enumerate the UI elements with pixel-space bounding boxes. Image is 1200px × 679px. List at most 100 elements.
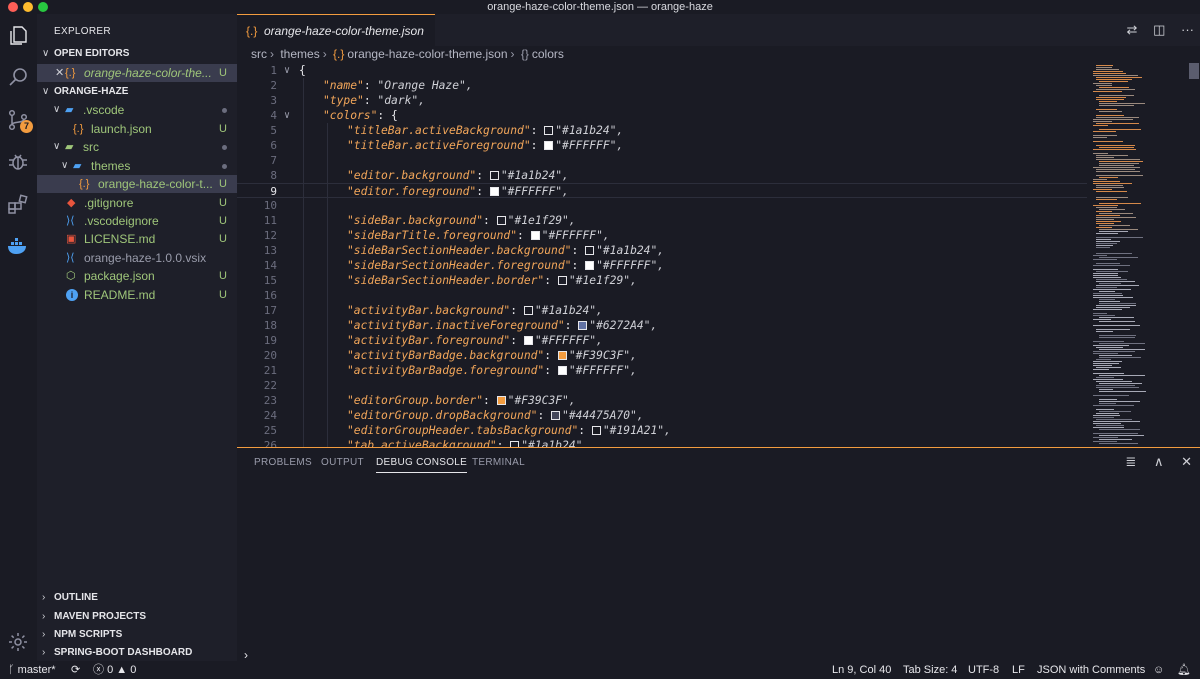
tree-file-theme-json[interactable]: {.} orange-haze-color-t... U <box>37 175 237 193</box>
more-actions-icon[interactable]: ··· <box>1181 22 1194 37</box>
code-line[interactable]: 20 "activityBarBadge.background": "#F39C3… <box>237 348 1087 363</box>
color-swatch[interactable] <box>544 141 554 150</box>
code-line[interactable]: 7 <box>237 153 1087 168</box>
code-line[interactable]: 15 "sideBarSectionHeader.border": "#1e1f2… <box>237 273 1087 288</box>
maven-projects-section[interactable]: › MAVEN PROJECTS <box>37 608 237 626</box>
code-line[interactable]: 24 "editorGroup.dropBackground": "#44475A… <box>237 408 1087 423</box>
fold-chevron-icon[interactable]: ∨ <box>284 108 290 123</box>
code-line[interactable]: 22 <box>237 378 1087 393</box>
explorer-icon[interactable] <box>6 24 30 48</box>
breadcrumb-item[interactable]: src <box>251 47 267 61</box>
search-icon[interactable] <box>6 65 30 89</box>
tree-file-vsix[interactable]: ⟩⟨ orange-haze-1.0.0.vsix <box>37 249 237 267</box>
tree-file-package-json[interactable]: ⬡ package.json U <box>37 267 237 285</box>
code-line[interactable]: 26 "tab.activeBackground": "#1a1b24", <box>237 438 1087 447</box>
spring-boot-dashboard-section[interactable]: › SPRING-BOOT DASHBOARD <box>37 644 237 662</box>
tree-folder-vscode[interactable]: ∨ ▰ .vscode <box>37 101 237 119</box>
source-control-icon[interactable]: 7 <box>6 108 33 133</box>
sync-icon[interactable]: ⟳ <box>71 661 80 679</box>
tab-size[interactable]: Tab Size: 4 <box>903 661 957 679</box>
tab-debug-console[interactable]: DEBUG CONSOLE <box>376 457 468 473</box>
code-line[interactable]: 5 "titleBar.activeBackground": "#1a1b24", <box>237 123 1087 138</box>
fold-chevron-icon[interactable]: ∨ <box>284 63 290 78</box>
code-line[interactable]: 19 "activityBar.foreground": "#FFFFFF", <box>237 333 1087 348</box>
color-swatch[interactable] <box>551 411 561 420</box>
open-changes-icon[interactable]: ⇄ <box>1127 22 1138 38</box>
code-line[interactable]: 10 <box>237 198 1087 213</box>
color-swatch[interactable] <box>557 366 567 375</box>
git-branch[interactable]: ᚴ master* <box>8 661 56 679</box>
close-icon[interactable]: ✕ <box>55 64 64 82</box>
maximize-panel-icon[interactable]: ∧ <box>1154 454 1164 470</box>
code-line[interactable]: 8 "editor.background": "#1a1b24", <box>237 168 1087 183</box>
tree-folder-src[interactable]: ∨ ▰ src <box>37 138 237 156</box>
language-mode[interactable]: JSON with Comments <box>1037 661 1145 679</box>
cursor-position[interactable]: Ln 9, Col 40 <box>832 661 891 679</box>
color-swatch[interactable] <box>530 231 540 240</box>
color-swatch[interactable] <box>489 187 499 196</box>
split-editor-icon[interactable]: ◫ <box>1153 22 1165 38</box>
breadcrumb-item[interactable]: colors <box>532 47 564 61</box>
code-editor[interactable]: 1 ∨ {2 "name": "Orange Haze", 3 "type": "dark… <box>237 63 1087 447</box>
color-swatch[interactable] <box>557 276 567 285</box>
code-line[interactable]: 18 "activityBar.inactiveForeground": "#62… <box>237 318 1087 333</box>
open-editors-header[interactable]: ∨ OPEN EDITORS <box>37 45 237 63</box>
tree-file-readme[interactable]: i README.md U <box>37 286 237 304</box>
open-editor-item[interactable]: ✕ {.} orange-haze-color-the... U <box>37 64 237 82</box>
code-line[interactable]: 11 "sideBar.background": "#1e1f29", <box>237 213 1087 228</box>
code-line[interactable]: 6 "titleBar.activeForeground": "#FFFFFF", <box>237 138 1087 153</box>
settings-gear-icon[interactable] <box>6 630 30 654</box>
tab-output[interactable]: OUTPUT <box>321 457 364 468</box>
tree-file-launch-json[interactable]: {.} launch.json U <box>37 120 237 138</box>
tab-theme-json[interactable]: {.} orange-haze-color-theme.json <box>237 14 435 46</box>
docker-icon[interactable] <box>6 234 30 258</box>
color-swatch[interactable] <box>489 171 499 180</box>
code-line[interactable]: 13 "sideBarSectionHeader.background": "#1… <box>237 243 1087 258</box>
encoding[interactable]: UTF-8 <box>968 661 999 679</box>
code-line[interactable]: 25 "editorGroupHeader.tabsBackground": "#… <box>237 423 1087 438</box>
clear-console-icon[interactable]: ≣ <box>1125 454 1136 470</box>
breadcrumb-item[interactable]: themes <box>280 47 319 61</box>
end-of-line[interactable]: LF <box>1012 661 1025 679</box>
tree-file-license[interactable]: ▣ LICENSE.md U <box>37 230 237 248</box>
code-line[interactable]: 14 "sideBarSectionHeader.foreground": "#F… <box>237 258 1087 273</box>
feedback-icon[interactable]: ☺ <box>1153 661 1164 679</box>
color-swatch[interactable] <box>591 426 601 435</box>
tree-file-gitignore[interactable]: ◆ .gitignore U <box>37 194 237 212</box>
color-swatch[interactable] <box>496 216 506 225</box>
debug-icon[interactable] <box>6 150 30 174</box>
code-line[interactable]: 1 ∨ { <box>237 63 1087 78</box>
color-swatch[interactable] <box>523 306 533 315</box>
code-line[interactable]: 21 "activityBarBadge.foreground": "#FFFFF… <box>237 363 1087 378</box>
color-swatch[interactable] <box>578 321 588 330</box>
color-swatch[interactable] <box>585 261 595 270</box>
color-swatch[interactable] <box>544 126 554 135</box>
code-line[interactable]: 23 "editorGroup.border": "#F39C3F", <box>237 393 1087 408</box>
code-line[interactable]: 16 <box>237 288 1087 303</box>
code-line[interactable]: 12 "sideBarTitle.foreground": "#FFFFFF", <box>237 228 1087 243</box>
problems-indicator[interactable]: ⓧ 0 ▲ 0 <box>93 661 136 679</box>
extensions-icon[interactable] <box>6 192 30 216</box>
code-line[interactable]: 2 "name": "Orange Haze", <box>237 78 1087 93</box>
code-line[interactable]: 9 "editor.foreground": "#FFFFFF", <box>237 183 1087 198</box>
color-swatch[interactable] <box>523 336 533 345</box>
close-panel-icon[interactable]: ✕ <box>1181 454 1192 470</box>
npm-scripts-section[interactable]: › NPM SCRIPTS <box>37 626 237 644</box>
tree-folder-themes[interactable]: ∨ ▰ themes <box>37 157 237 175</box>
code-line[interactable]: 17 "activityBar.background": "#1a1b24", <box>237 303 1087 318</box>
code-line[interactable]: 4 ∨ "colors": { <box>237 108 1087 123</box>
minimap[interactable] <box>1087 63 1187 447</box>
tree-file-vscodeignore[interactable]: ⟩⟨ .vscodeignore U <box>37 212 237 230</box>
breadcrumb-item[interactable]: orange-haze-color-theme.json <box>347 47 507 61</box>
color-swatch[interactable] <box>557 351 567 360</box>
tab-problems[interactable]: PROBLEMS <box>254 457 312 468</box>
color-swatch[interactable] <box>496 396 506 405</box>
code-line[interactable]: 3 "type": "dark", <box>237 93 1087 108</box>
debug-console-prompt[interactable]: › <box>244 648 248 662</box>
project-header[interactable]: ∨ ORANGE-HAZE <box>37 83 237 101</box>
notifications-bell-icon[interactable]: 🔔︎ <box>1177 661 1191 679</box>
tab-terminal[interactable]: TERMINAL <box>472 457 525 468</box>
color-swatch[interactable] <box>585 246 595 255</box>
outline-section[interactable]: › OUTLINE <box>37 589 237 607</box>
editor-scrollbar[interactable] <box>1189 63 1199 79</box>
